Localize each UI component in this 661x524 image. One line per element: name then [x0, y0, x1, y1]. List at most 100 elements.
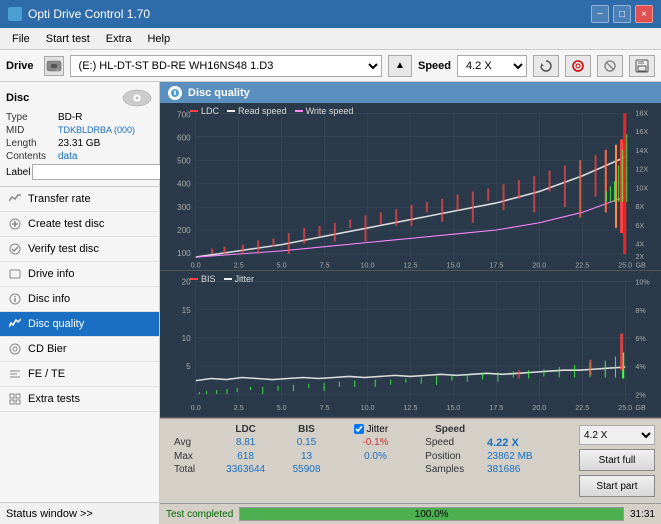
type-value: BD-R: [58, 112, 82, 123]
write-speed-legend-item: Write speed: [295, 106, 354, 116]
svg-text:15.0: 15.0: [446, 261, 460, 270]
stats-bar: LDC BIS Jitter Speed Avg: [160, 418, 661, 503]
svg-text:25.0: 25.0: [618, 261, 632, 270]
start-part-button[interactable]: Start part: [579, 475, 655, 497]
menu-start-test[interactable]: Start test: [38, 31, 98, 47]
bis-legend-label: BIS: [201, 274, 216, 284]
jitter-legend-item: Jitter: [224, 274, 255, 284]
svg-text:5: 5: [186, 362, 191, 371]
drive-select[interactable]: (E:) HL-DT-ST BD-RE WH16NS48 1.D3: [70, 55, 382, 77]
drive-label: Drive: [6, 60, 34, 72]
nav-extra-tests-label: Extra tests: [28, 393, 80, 405]
svg-text:GB: GB: [635, 402, 646, 411]
svg-text:2.5: 2.5: [234, 261, 244, 270]
svg-text:10: 10: [182, 334, 191, 343]
drive-info-icon: [8, 267, 22, 281]
chart1-legend: LDC Read speed Write speed: [190, 106, 353, 116]
menu-extra[interactable]: Extra: [98, 31, 140, 47]
sidebar-item-cd-bier[interactable]: CD Bier: [0, 337, 159, 362]
read-speed-legend-label: Read speed: [238, 106, 287, 116]
svg-text:17.5: 17.5: [489, 402, 503, 411]
svg-text:6X: 6X: [635, 221, 644, 230]
write-speed-legend-label: Write speed: [306, 106, 354, 116]
speed-label: Speed: [418, 60, 451, 72]
speed-col-header: Speed: [421, 423, 479, 436]
sidebar-item-disc-info[interactable]: Disc info: [0, 287, 159, 312]
maximize-button[interactable]: □: [613, 5, 631, 23]
sidebar-item-transfer-rate[interactable]: Transfer rate: [0, 187, 159, 212]
sidebar-item-fe-te[interactable]: FE / TE: [0, 362, 159, 387]
mid-value: TDKBLDRBA (000): [58, 125, 135, 136]
refresh-button[interactable]: [533, 55, 559, 77]
svg-text:20.0: 20.0: [532, 402, 546, 411]
stats-table-area: LDC BIS Jitter Speed Avg: [166, 423, 555, 499]
sidebar-item-verify-test-disc[interactable]: Verify test disc: [0, 237, 159, 262]
svg-text:2%: 2%: [635, 390, 646, 399]
svg-text:2.5: 2.5: [234, 402, 244, 411]
ldc-total-value: 3363644: [212, 463, 280, 476]
drive-bar: Drive (E:) HL-DT-ST BD-RE WH16NS48 1.D3 …: [0, 50, 661, 82]
nav-disc-quality-label: Disc quality: [28, 318, 84, 330]
jitter-col-header: Jitter: [367, 424, 389, 435]
save-button[interactable]: [629, 55, 655, 77]
svg-text:16X: 16X: [635, 127, 648, 136]
ldc-chart-svg: 700 600 500 400 300 200 100 18X 16X 14X …: [160, 103, 661, 270]
nav-items: Transfer rate Create test disc Verify te…: [0, 187, 159, 502]
menu-file[interactable]: File: [4, 31, 38, 47]
jitter-legend-label: Jitter: [235, 274, 255, 284]
svg-text:8%: 8%: [635, 305, 646, 314]
svg-text:25.0: 25.0: [618, 402, 632, 411]
disc-panel-title: Disc: [6, 92, 29, 104]
sidebar-item-create-test-disc[interactable]: Create test disc: [0, 212, 159, 237]
sidebar: Disc Type BD-R MID TDKBLDRBA (000) Lengt…: [0, 82, 160, 524]
progress-percent: 100.0%: [240, 508, 623, 520]
write-speed-legend-dot: [295, 110, 303, 112]
verify-test-disc-icon: [8, 242, 22, 256]
avg-label: Avg: [166, 436, 212, 450]
extra-tests-icon: [8, 392, 22, 406]
nav-transfer-rate-label: Transfer rate: [28, 193, 91, 205]
status-window-button[interactable]: Status window >>: [0, 502, 159, 524]
transfer-rate-icon: [8, 192, 22, 206]
jitter-avg-value: -0.1%: [350, 436, 402, 450]
sidebar-item-extra-tests[interactable]: Extra tests: [0, 387, 159, 412]
disc-quality-title: Disc quality: [188, 87, 250, 99]
minimize-button[interactable]: −: [591, 5, 609, 23]
svg-text:18X: 18X: [635, 109, 648, 118]
bis-chart-svg: 20 15 10 5 10% 8% 6% 4% 2% 0.0 2.5 5.0 7…: [160, 271, 661, 417]
ldc-avg-value: 8.81: [212, 436, 280, 450]
nav-drive-info-label: Drive info: [28, 268, 74, 280]
bis-legend-dot: [190, 278, 198, 280]
menu-help[interactable]: Help: [139, 31, 178, 47]
contents-label: Contents: [6, 151, 58, 162]
close-button[interactable]: ×: [635, 5, 653, 23]
svg-text:12.5: 12.5: [404, 402, 418, 411]
label-input[interactable]: [32, 164, 170, 180]
elapsed-time: 31:31: [630, 509, 655, 520]
speed-action-select[interactable]: 4.2 X: [579, 425, 655, 445]
eject-button[interactable]: ▲: [388, 55, 412, 77]
disc-erase-icon[interactable]: [597, 55, 623, 77]
sidebar-item-drive-info[interactable]: Drive info: [0, 262, 159, 287]
svg-text:0.0: 0.0: [191, 402, 201, 411]
svg-text:17.5: 17.5: [489, 261, 503, 270]
ldc-max-value: 618: [212, 450, 280, 463]
cd-bier-icon: [8, 342, 22, 356]
bis-max-value: 13: [280, 450, 334, 463]
svg-text:5.0: 5.0: [277, 402, 287, 411]
disc-burn-icon[interactable]: [565, 55, 591, 77]
svg-text:GB: GB: [635, 261, 646, 270]
jitter-checkbox[interactable]: [354, 424, 364, 434]
speed-select[interactable]: 4.2 X: [457, 55, 527, 77]
svg-text:14X: 14X: [635, 146, 648, 155]
disc-quality-icon: [8, 317, 22, 331]
sidebar-item-disc-quality[interactable]: Disc quality: [0, 312, 159, 337]
svg-text:10%: 10%: [635, 277, 650, 286]
ldc-legend-label: LDC: [201, 106, 219, 116]
start-full-button[interactable]: Start full: [579, 449, 655, 471]
app-title: Opti Drive Control 1.70: [28, 7, 150, 21]
jitter-legend-dot: [224, 278, 232, 280]
total-label: Total: [166, 463, 212, 476]
nav-fe-te-label: FE / TE: [28, 368, 65, 380]
speed-value-cell: 4.22 X: [479, 436, 555, 450]
